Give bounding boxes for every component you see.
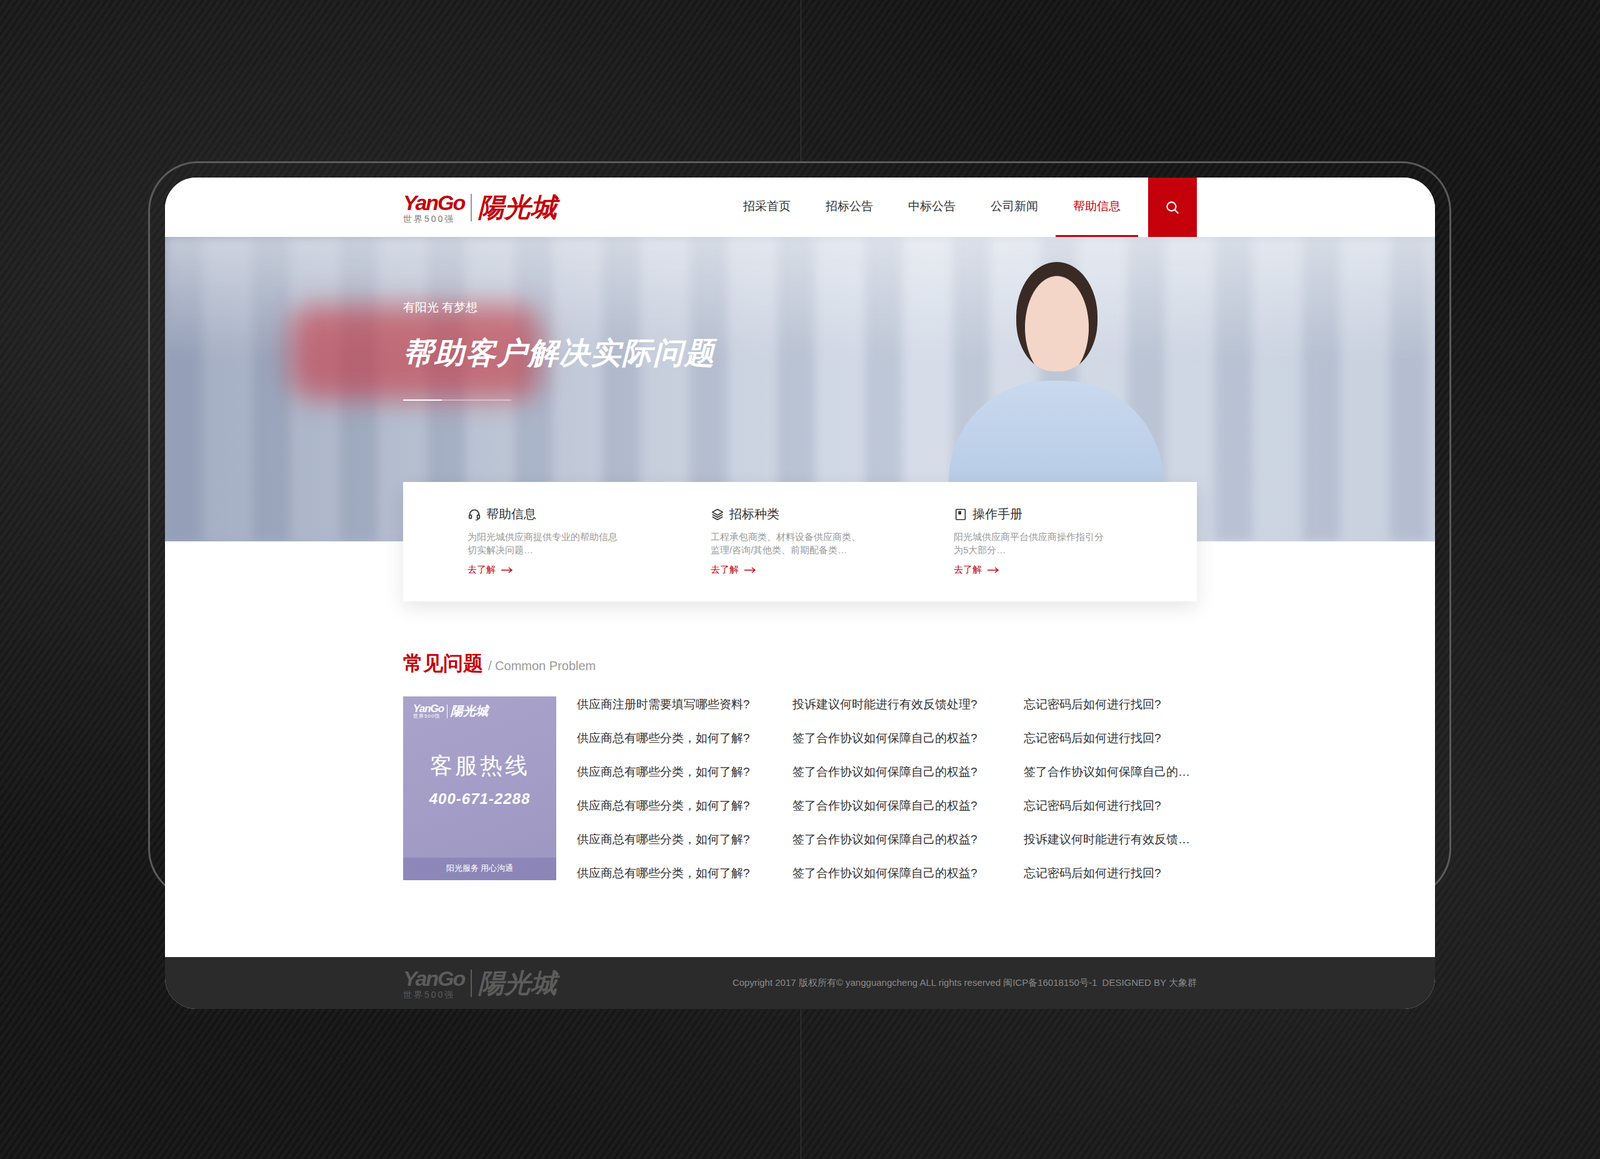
hotline-title: 客服热线 xyxy=(430,750,530,782)
question-link[interactable]: 投诉建议何时能进行有效反馈… xyxy=(1023,831,1197,848)
feature-item: 招标种类工程承包商类、材料设备供应商类、监理/咨询/其他类、前期配备类… 去了解 xyxy=(710,505,954,579)
logo-brand: YanGo xyxy=(403,191,465,214)
question-link[interactable]: 签了合作协议如何保障自己的权益? xyxy=(792,763,1024,780)
question-link[interactable]: 供应商总有哪些分类，如何了解? xyxy=(576,797,793,814)
nav: 招采首页招标公告中标公告公司新闻帮助信息 xyxy=(725,177,1197,237)
hotline-logo: YanGo世界500强陽光城 xyxy=(413,702,489,720)
nav-item[interactable]: 招采首页 xyxy=(725,177,809,237)
header: YanGo世界500强 陽光城 招采首页招标公告中标公告公司新闻帮助信息 xyxy=(165,177,1435,237)
question-grid: 供应商注册时需要填写哪些资料? 供应商总有哪些分类，如何了解? 供应商总有哪些分类，… xyxy=(576,696,1197,899)
learn-more-link[interactable]: 去了解 xyxy=(467,563,711,576)
question-link[interactable]: 忘记密码后如何进行找回? xyxy=(1023,797,1197,814)
question-link[interactable]: 签了合作协议如何保障自己的… xyxy=(1023,763,1197,780)
nav-item[interactable]: 帮助信息 xyxy=(1055,177,1139,237)
question-link[interactable]: 投诉建议何时能进行有效反馈处理? xyxy=(792,696,1024,713)
copyright: Copyright 2017 版权所有© yangguangcheng ALL … xyxy=(732,976,1197,989)
banner-rule xyxy=(403,399,512,401)
faq-title: 常见问题 xyxy=(403,650,484,678)
question-link[interactable]: 供应商注册时需要填写哪些资料? xyxy=(576,696,793,713)
question-link[interactable]: 忘记密码后如何进行找回? xyxy=(1023,865,1197,882)
mockup-page: YanGo世界500强陽光城招采首页招标公告中标公告公司新闻帮助信息有阳光 有梦… xyxy=(0,0,1600,1159)
guide-line xyxy=(800,0,802,162)
feature-description: 为阳光城供应商提供专业的帮助信息切实解决问题… xyxy=(467,530,711,557)
feature-title: 招标种类 xyxy=(729,505,780,523)
question-link[interactable]: 供应商总有哪些分类，如何了解? xyxy=(576,763,793,780)
faq-section: 常见问题/ Common Problem YanGo世界500强陽光城客服热线 40… xyxy=(403,601,1197,899)
question-link[interactable]: 签了合作协议如何保障自己的权益? xyxy=(792,730,1024,747)
guide-line xyxy=(800,993,802,1159)
nav-item[interactable]: 中标公告 xyxy=(890,177,974,237)
hotline-slogan: 阳光服务 用心沟通 xyxy=(403,857,557,880)
footer: YanGo世界500强陽光城 Copyright 2017 版权所有© yangg… xyxy=(165,956,1435,1009)
feature-title: 操作手册 xyxy=(972,505,1023,523)
book-icon xyxy=(953,507,968,522)
hotline-phone: 400-671-2288 xyxy=(429,790,530,808)
question-link[interactable]: 供应商总有哪些分类，如何了解? xyxy=(576,730,793,747)
hotline-banner[interactable]: YanGo世界500强陽光城客服热线 400-671-2288 阳光服务 用心沟通 xyxy=(403,696,557,880)
nav-item[interactable]: 公司新闻 xyxy=(973,177,1056,237)
feature-item: 帮助信息为阳光城供应商提供专业的帮助信息切实解决问题… 去了解 xyxy=(467,505,711,579)
search-button[interactable] xyxy=(1148,177,1197,237)
search-icon xyxy=(1164,199,1181,216)
arrow-right-icon xyxy=(500,566,514,574)
question-link[interactable]: 供应商总有哪些分类，如何了解? xyxy=(576,831,793,848)
question-link[interactable]: 签了合作协议如何保障自己的权益? xyxy=(792,865,1024,882)
question-link[interactable]: 忘记密码后如何进行找回? xyxy=(1023,696,1197,713)
question-link[interactable]: 签了合作协议如何保障自己的权益? xyxy=(792,831,1024,848)
logo-separator xyxy=(470,193,472,222)
arrow-right-icon xyxy=(986,566,1000,574)
feature-description: 工程承包商类、材料设备供应商类、监理/咨询/其他类、前期配备类… xyxy=(710,530,954,557)
question-link[interactable]: 忘记密码后如何进行找回? xyxy=(1023,730,1197,747)
feature-title: 帮助信息 xyxy=(486,505,537,523)
arrow-right-icon xyxy=(743,566,757,574)
nav-item[interactable]: 招标公告 xyxy=(808,177,891,237)
footer-logo[interactable]: YanGo世界500强陽光城 xyxy=(403,965,557,1001)
learn-more-link[interactable]: 去了解 xyxy=(953,563,1197,576)
website-screen: YanGo世界500强陽光城招采首页招标公告中标公告公司新闻帮助信息有阳光 有梦… xyxy=(165,177,1435,1009)
banner-eyebrow: 有阳光 有梦想 xyxy=(403,299,1197,316)
faq-subtitle: / Common Problem xyxy=(488,658,596,674)
question-link[interactable]: 供应商总有哪些分类，如何了解? xyxy=(576,865,793,882)
logo[interactable]: YanGo世界500强 陽光城 xyxy=(403,190,557,225)
feature-card: 帮助信息为阳光城供应商提供专业的帮助信息切实解决问题…去了解招标种类工程承包商类… xyxy=(403,481,1197,602)
banner-title: 帮助客户解决实际问题 xyxy=(403,333,1197,374)
logo-tagline: 世界500强 xyxy=(403,214,455,224)
headset-icon xyxy=(467,507,482,522)
feature-description: 阳光城供应商平台供应商操作指引分为5大部分… xyxy=(953,530,1197,557)
question-link[interactable]: 签了合作协议如何保障自己的权益? xyxy=(792,797,1024,814)
feature-item: 操作手册阳光城供应商平台供应商操作指引分为5大部分… 去了解 xyxy=(953,505,1197,579)
logo-name: 陽光城 xyxy=(478,190,557,225)
learn-more-link[interactable]: 去了解 xyxy=(710,563,954,576)
layers-icon xyxy=(710,507,725,522)
